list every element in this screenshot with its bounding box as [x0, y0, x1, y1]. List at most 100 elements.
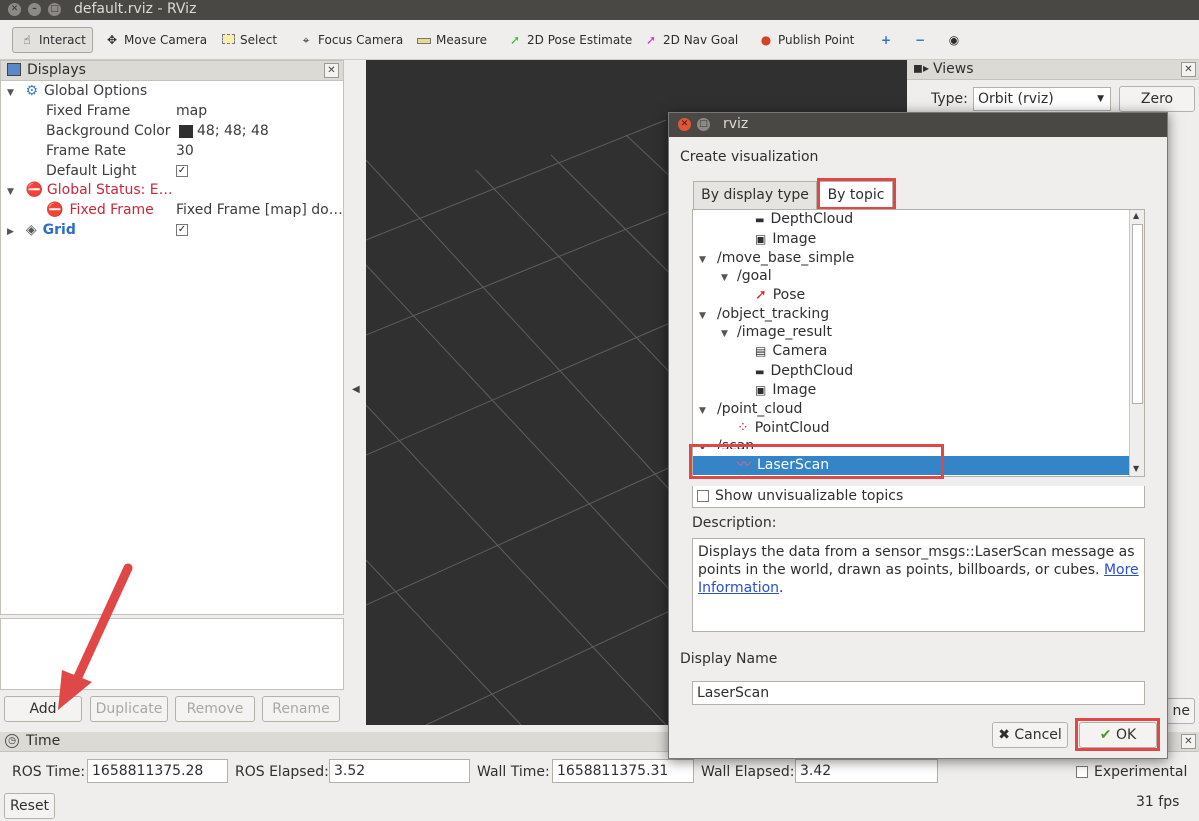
tree-row-status-fixed-frame[interactable]: ⛔ Fixed Frame [46, 200, 154, 220]
window-minimize-button[interactable]: – [28, 3, 41, 16]
views-close-button[interactable]: ✕ [1181, 62, 1196, 77]
frame-rate-value[interactable]: 30 [176, 141, 194, 161]
panels-menu-button[interactable]: ◉ [940, 27, 972, 53]
scrollbar-thumb[interactable] [1132, 224, 1143, 404]
focus-camera-tool-button[interactable]: ⌖ Focus Camera [292, 27, 409, 53]
wall-elapsed-field[interactable]: 3.42 [795, 759, 938, 783]
rename-display-button[interactable]: Rename [262, 696, 340, 722]
tree-item[interactable]: ⁘ PointCloud [737, 419, 830, 438]
create-visualization-dialog: ✕ □ rviz Create visualization By display… [668, 112, 1168, 759]
tree-item[interactable]: ▼ /object_tracking [699, 305, 829, 324]
tree-row-global-status[interactable]: ▼ ⛔ Global Status: E… [7, 180, 173, 200]
frame-rate-label: Frame Rate [46, 143, 127, 159]
grid-checkbox[interactable]: ✓ [176, 220, 188, 240]
tree-item[interactable]: ▼ /point_cloud [699, 400, 802, 419]
tree-item[interactable]: ▤ Camera [755, 342, 827, 361]
displays-header: Displays ✕ [1, 61, 343, 81]
error-icon: ⛔ [46, 202, 64, 218]
hand-icon: ☝ [23, 33, 31, 47]
expand-icon[interactable]: ▼ [699, 251, 709, 270]
plus-icon: + [880, 33, 892, 47]
expand-icon[interactable]: ▼ [699, 402, 709, 421]
pose-estimate-tool-button[interactable]: ➚ 2D Pose Estimate [501, 27, 638, 53]
time-close-button[interactable]: ✕ [1181, 734, 1196, 749]
ros-elapsed-label: ROS Elapsed: [235, 764, 329, 780]
collapse-icon[interactable]: ▶ [7, 222, 17, 242]
tree-item[interactable]: ▬ DepthCloud [755, 362, 853, 381]
experimental-checkbox[interactable]: Experimental [1076, 764, 1187, 780]
collapse-left-icon[interactable]: ◀ [352, 384, 360, 395]
expand-icon[interactable]: ▼ [7, 83, 17, 103]
wall-time-label: Wall Time: [477, 764, 550, 780]
camera-icon: ◼▸ [913, 61, 929, 75]
expand-icon[interactable]: ▼ [721, 325, 731, 344]
zero-button[interactable]: Zero [1119, 86, 1195, 112]
tree-item[interactable]: ▼ /goal [721, 267, 772, 286]
tree-row-global-options[interactable]: ▼ ⚙ Global Options [7, 81, 147, 101]
window-close-button[interactable]: ✕ [8, 3, 21, 16]
tree-item-label: DepthCloud [770, 363, 854, 379]
fixed-frame-value[interactable]: map [176, 101, 207, 121]
tree-item-label: PointCloud [754, 420, 830, 436]
tab-by-display-type[interactable]: By display type [693, 181, 817, 209]
remove-display-button[interactable]: Remove [175, 696, 255, 722]
select-tool-button[interactable]: Select [214, 27, 283, 53]
move-camera-label: Move Camera [124, 33, 208, 47]
interact-tool-button[interactable]: ☝ Interact [12, 27, 93, 53]
tree-item-label: /image_result [737, 324, 832, 340]
tree-scrollbar[interactable]: ▲ ▼ [1129, 210, 1144, 476]
description-text: Displays the data from a sensor_msgs::La… [698, 544, 1135, 578]
more-information-link[interactable]: More [1104, 562, 1139, 578]
image-icon: ▣ [755, 232, 767, 246]
view-type-select[interactable]: Orbit (rviz) ▼ [973, 87, 1111, 111]
depthcloud-icon: ▬ [755, 367, 765, 378]
ros-time-field[interactable]: 1658811375.28 [87, 759, 228, 783]
tree-item[interactable]: ▣ Image [755, 381, 816, 400]
move-camera-tool-button[interactable]: ✥ Move Camera [98, 27, 213, 53]
dialog-maximize-button[interactable]: □ [697, 118, 710, 131]
checkbox-box [697, 490, 709, 502]
background-color-value[interactable]: 48; 48; 48 [179, 121, 269, 141]
cancel-button[interactable]: ✖ Cancel [992, 722, 1068, 748]
annotation-arrow [58, 563, 133, 710]
select-box-icon [220, 33, 236, 47]
more-information-link-cont[interactable]: Information [698, 580, 779, 596]
measure-tool-button[interactable]: Measure [410, 27, 493, 53]
publish-point-tool-button[interactable]: ● Publish Point [752, 27, 860, 53]
tree-item[interactable]: ▣ Image [755, 230, 816, 249]
dialog-title: rviz [723, 116, 749, 132]
tree-item-label: Image [772, 231, 817, 247]
expand-icon[interactable]: ▼ [721, 269, 731, 288]
eye-icon: ◉ [948, 33, 960, 47]
dialog-heading: Create visualization [680, 149, 819, 165]
add-tool-button[interactable]: + [872, 27, 904, 53]
default-light-checkbox[interactable]: ✓ [176, 161, 188, 181]
displays-close-button[interactable]: ✕ [324, 63, 339, 78]
ros-elapsed-field[interactable]: 3.52 [329, 759, 470, 783]
view-type-label: Type: [931, 91, 968, 107]
topic-tree[interactable]: ▬ DepthCloud ▣ Image ▼ /move_base_simple ▼ /… [692, 209, 1145, 477]
reset-button[interactable]: Reset [4, 793, 55, 819]
expand-icon[interactable]: ▼ [699, 307, 709, 326]
tree-item[interactable]: ➚ Pose [755, 286, 805, 305]
remove-tool-button[interactable]: − [906, 27, 938, 53]
scroll-down-icon[interactable]: ▼ [1133, 464, 1139, 473]
tree-item[interactable]: ▼ /move_base_simple [699, 249, 854, 268]
scroll-up-icon[interactable]: ▲ [1133, 211, 1139, 220]
expand-icon[interactable]: ▼ [7, 182, 17, 202]
nav-goal-tool-button[interactable]: ➚ 2D Nav Goal [637, 27, 744, 53]
pose-arrow-icon: ➚ [755, 287, 767, 303]
camera-icon: ▤ [755, 344, 767, 358]
window-maximize-button[interactable]: □ [48, 3, 61, 16]
publish-point-label: Publish Point [778, 33, 855, 47]
display-name-input[interactable]: LaserScan [692, 681, 1145, 705]
wall-time-field[interactable]: 1658811375.31 [552, 759, 694, 783]
tree-item[interactable]: ▼ /image_result [721, 323, 832, 342]
panel-splitter[interactable]: ◀ [344, 60, 366, 725]
tree-row-grid[interactable]: ▶ ◈ Grid [7, 220, 76, 240]
tree-item[interactable]: ▬ DepthCloud [755, 210, 853, 229]
cancel-label: Cancel [1014, 727, 1062, 743]
dialog-close-button[interactable]: ✕ [678, 118, 691, 131]
tree-item-label: /point_cloud [717, 401, 803, 417]
show-unvisualizable-checkbox[interactable]: Show unvisualizable topics [692, 486, 1145, 508]
